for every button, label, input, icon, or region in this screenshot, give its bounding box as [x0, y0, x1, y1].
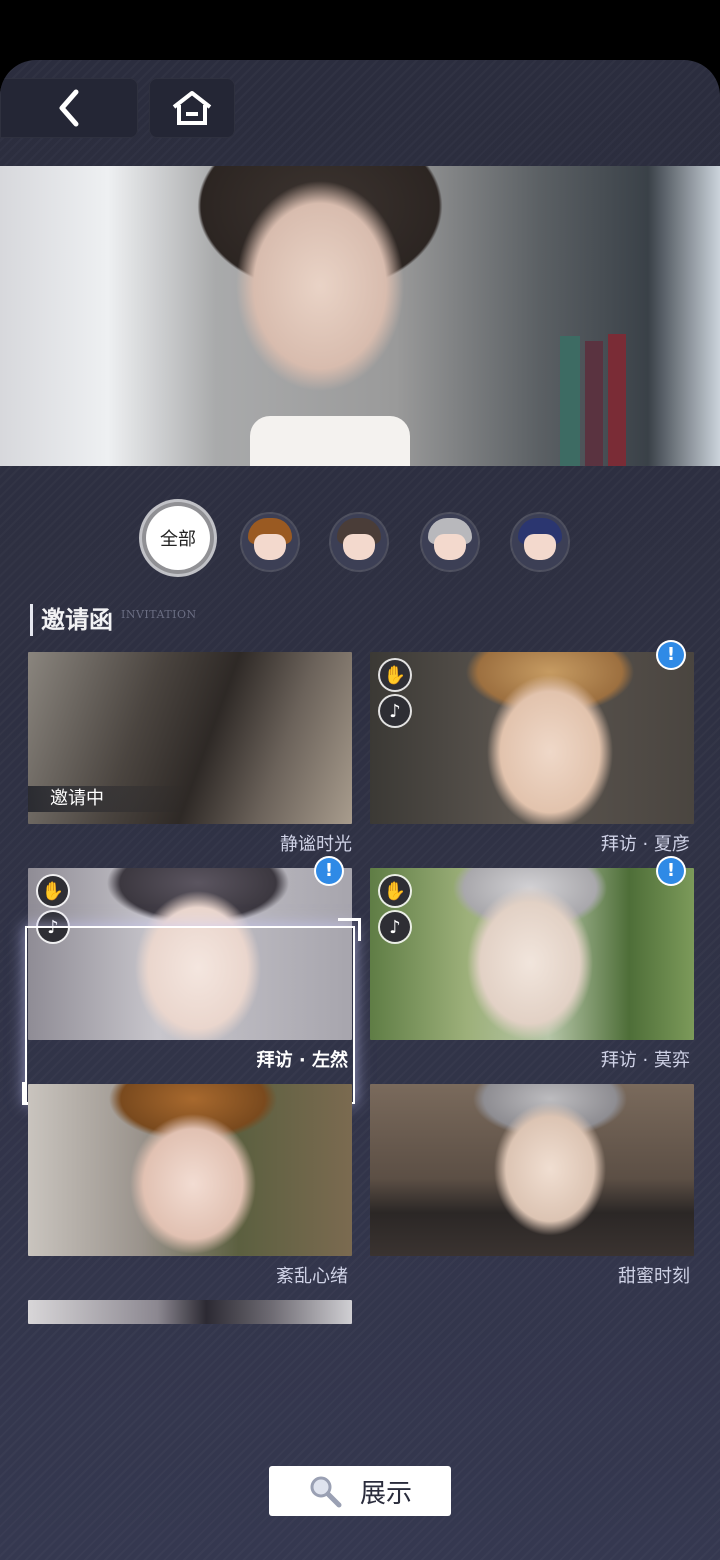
selected-card-frame [27, 928, 353, 1102]
character-filter-navy-hair[interactable] [512, 514, 568, 570]
invitation-card-6[interactable] [370, 1084, 694, 1256]
invitation-card-1[interactable]: 邀请中 [28, 652, 352, 824]
hero-character-banner [0, 166, 720, 466]
new-alert-icon: ! [316, 858, 342, 884]
character-filter-brown-hair[interactable] [242, 514, 298, 570]
hand-icon: ✋ [38, 876, 68, 906]
card-caption-3: 拜访 · 左然 [256, 1050, 348, 1071]
invitation-card-4[interactable]: ✋ ♪ [370, 868, 694, 1040]
home-icon [172, 91, 212, 125]
display-button[interactable]: 展示 [269, 1466, 451, 1516]
section-subtitle: INVITATION [121, 608, 197, 621]
music-note-icon: ♪ [380, 696, 410, 726]
search-icon [310, 1476, 342, 1508]
filter-all-label: 全部 [160, 529, 196, 550]
hand-icon: ✋ [380, 876, 410, 906]
selection-corner [338, 918, 361, 941]
hand-icon: ✋ [380, 660, 410, 690]
section-title: 邀请函 [30, 604, 113, 636]
filter-all-button[interactable]: 全部 [146, 506, 210, 570]
home-button[interactable] [149, 78, 235, 138]
card-caption-1: 静谧时光 [280, 834, 352, 855]
card-caption-5: 紊乱心绪 [276, 1266, 348, 1287]
chevron-left-icon [59, 89, 79, 127]
card-caption-4: 拜访 · 莫弈 [600, 1050, 690, 1071]
invitation-card-2[interactable]: ✋ ♪ [370, 652, 694, 824]
new-alert-icon: ! [658, 858, 684, 884]
card-caption-2: 拜访 · 夏彦 [600, 834, 690, 855]
invitation-card-5[interactable] [28, 1084, 352, 1256]
display-button-label: 展示 [359, 1478, 412, 1509]
app-screen: 全部 邀请函 INVITATION 邀请中 静谧时光 ✋ ♪ ! 拜访 · 夏彦… [0, 60, 720, 1560]
new-alert-icon: ! [658, 642, 684, 668]
card-status-tag: 邀请中 [28, 786, 188, 812]
back-button[interactable] [0, 78, 138, 138]
character-filter-silver-hair[interactable] [422, 514, 478, 570]
music-note-icon: ♪ [380, 912, 410, 942]
character-filter-bar: 全部 [0, 500, 720, 590]
card-caption-6: 甜蜜时刻 [618, 1266, 690, 1287]
invitation-card-7-partial[interactable] [28, 1300, 352, 1324]
character-filter-dark-hair[interactable] [331, 514, 387, 570]
